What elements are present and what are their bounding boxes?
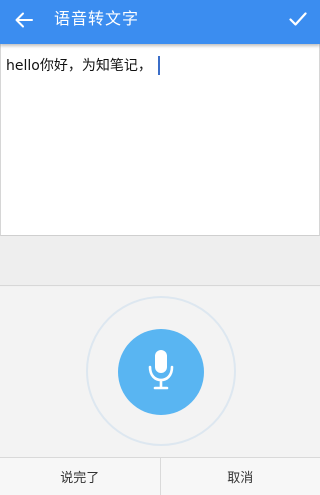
check-icon	[289, 11, 307, 30]
voice-input-panel	[0, 287, 320, 457]
transcribed-text-line: hello你好，为知笔记，	[6, 55, 160, 75]
text-editor[interactable]: hello你好，为知笔记，	[0, 44, 320, 236]
mic-button[interactable]	[118, 329, 204, 415]
microphone-icon	[146, 348, 176, 396]
page-title: 语音转文字	[54, 9, 140, 28]
confirm-button[interactable]	[284, 6, 312, 34]
text-cursor	[157, 55, 160, 75]
divider-band	[0, 236, 320, 286]
cancel-button[interactable]: 取消	[161, 458, 320, 495]
arrow-left-icon	[15, 12, 33, 32]
transcribed-text: hello你好，为知笔记，	[6, 58, 152, 74]
done-speaking-button[interactable]: 说完了	[0, 458, 160, 495]
back-button[interactable]	[10, 8, 38, 36]
title-bar: 语音转文字	[0, 0, 320, 44]
bottom-action-bar: 说完了 取消	[0, 457, 320, 495]
